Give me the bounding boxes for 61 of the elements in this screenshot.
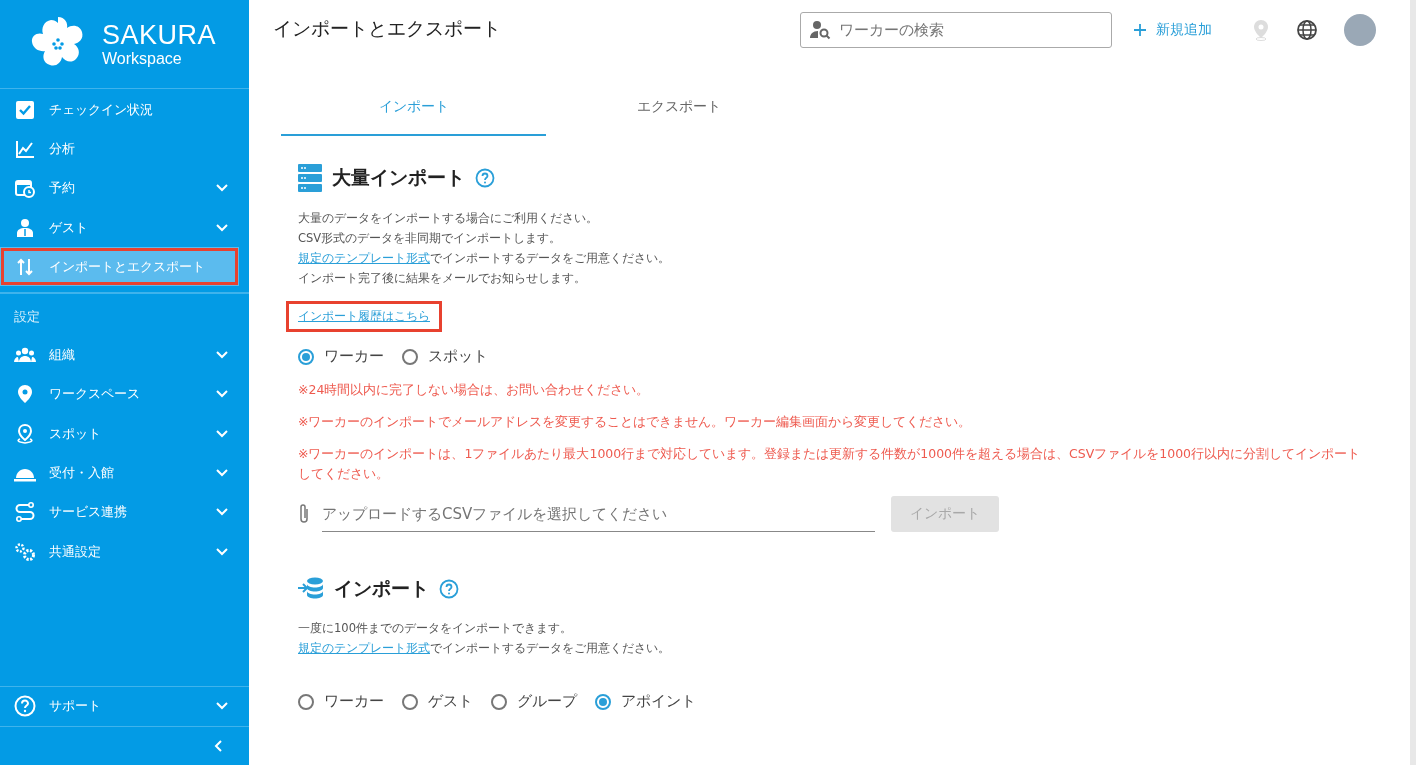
radio-button[interactable] [595,693,611,710]
import-history-link[interactable]: インポート履歴はこちら [289,304,439,329]
brand-name: SAKURA [102,20,217,50]
description-text: 一度に100件までのデータをインポートできます。 [298,620,573,637]
radio-button[interactable] [298,693,314,710]
radio-option[interactable]: ゲスト [402,692,473,711]
person-icon [14,217,36,238]
description-text: 規定のテンプレート形式でインポートするデータをご用意ください。 [298,250,671,267]
help-icon [14,695,36,718]
nav-item[interactable]: 予約 [0,168,249,208]
warning-note: ※ワーカーのインポートは、1ファイルあたり最大1000行まで対応しています。登録または更新する件数が1000件を超える場合は、CSVファイルを1000行以内に分割してインポートしてください。 [298,445,1362,483]
nav-item[interactable]: ワークスペース [0,374,249,415]
nav-item[interactable]: スポット [0,414,249,454]
radio-option[interactable]: ワーカー [298,692,384,711]
radio-option[interactable]: グループ [491,692,577,711]
nav-item[interactable]: インポートとエクスポート [0,247,239,287]
avatar[interactable] [1344,14,1376,46]
warning-note: ※24時間以内に完了しない場合は、お問い合わせください。 [298,381,651,399]
chart-icon [14,138,36,159]
help-icon[interactable] [439,579,459,599]
server-icon [298,164,322,192]
description-text: 規定のテンプレート形式でインポートするデータをご用意ください。 [298,640,671,657]
globe-icon[interactable] [1296,19,1318,41]
template-link[interactable]: 規定のテンプレート形式 [298,251,430,265]
warning-note: ※ワーカーのインポートでメールアドレスを変更することはできません。ワーカー編集画面から変更してください。 [298,413,973,431]
section-title: インポート [334,576,429,601]
calendar-icon [14,178,36,199]
nav-item[interactable]: 分析 [0,129,249,169]
radio-option[interactable]: アポイント [595,692,696,711]
spot-icon [14,423,36,444]
check-icon [14,99,36,120]
radio-button[interactable] [402,348,418,365]
add-new-button[interactable]: 新規追加 [1128,20,1218,40]
link-icon [14,502,36,523]
plus-icon [1134,24,1146,36]
database-import-icon [298,577,324,601]
support-item[interactable]: サポート [0,686,249,726]
radio-button[interactable] [402,693,418,710]
page-title: インポートとエクスポート [273,16,502,41]
nav-item[interactable]: 組織 [0,335,249,375]
nav-item[interactable]: 受付・入館 [0,453,249,493]
radio-option[interactable]: スポット [402,347,488,366]
template-link[interactable]: 規定のテンプレート形式 [298,641,430,655]
tab[interactable]: インポート [281,80,546,136]
paperclip-icon [298,503,310,525]
radio-button[interactable] [491,693,507,710]
nav-item[interactable]: ゲスト [0,207,249,248]
tab[interactable]: エクスポート [546,80,811,136]
search-field[interactable]: ワーカーの検索 [800,12,1112,48]
description-text: 大量のデータをインポートする場合にご利用ください。 [298,210,599,227]
help-icon[interactable] [475,168,495,188]
radio-option[interactable]: ワーカー [298,347,384,366]
nav-item[interactable]: チェックイン状況 [0,90,249,130]
collapse-icon[interactable] [213,739,223,753]
description-text: CSV形式のデータを非同期でインポートします。 [298,230,563,247]
brand-subtitle: Workspace [102,50,183,68]
description-text: インポート完了後に結果をメールでお知らせします。 [298,270,587,287]
section-title: 大量インポート [332,165,465,190]
nav-item[interactable]: サービス連携 [0,492,249,532]
nav-item[interactable]: 共通設定 [0,531,249,572]
radio-button[interactable] [298,348,314,365]
